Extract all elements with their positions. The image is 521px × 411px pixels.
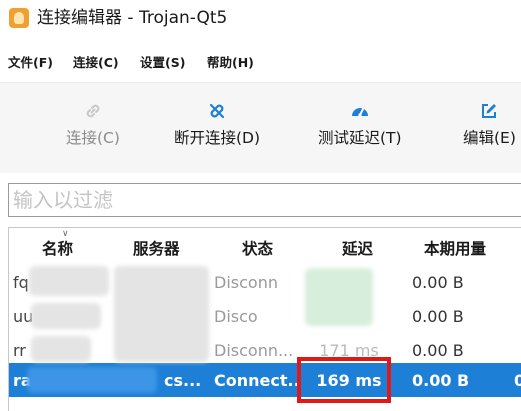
edit-button[interactable]: 编辑(E)	[463, 101, 516, 148]
table-header: ∨ 名称 服务器 状态 延迟 本期用量	[9, 228, 521, 265]
cell-usage: 0.00 B	[412, 371, 470, 390]
cell-status: Disconn...	[214, 341, 294, 360]
menu-file[interactable]: 文件(F)	[8, 52, 53, 71]
column-header-name[interactable]: 名称	[42, 237, 73, 259]
redaction-blur	[27, 367, 157, 393]
connection-table[interactable]: ∨ 名称 服务器 状态 延迟 本期用量 fq Disconn 0.00 B uu…	[8, 227, 521, 411]
test-latency-button-label: 测试延迟(T)	[318, 129, 402, 147]
filter-input[interactable]	[9, 184, 521, 216]
disconnect-button-label: 断开连接(D)	[174, 129, 261, 147]
menu-settings[interactable]: 设置(S)	[140, 52, 185, 71]
menu-bar: 文件(F) 连接(C) 设置(S) 帮助(H)	[0, 42, 521, 76]
cell-usage: 0.00 B	[412, 307, 464, 326]
menu-help[interactable]: 帮助(H)	[207, 52, 254, 71]
redaction-blur	[305, 268, 373, 326]
cell-usage: 0.00 B	[412, 273, 464, 292]
cell-status: Connect...	[214, 371, 300, 390]
toolbar: 连接(C) 断开连接(D) 测试延迟(T) 编辑(E)	[0, 82, 521, 173]
column-header-latency[interactable]: 延迟	[342, 237, 373, 259]
redaction-blur	[31, 336, 91, 362]
edit-button-label: 编辑(E)	[463, 129, 516, 147]
trojan-app-icon	[9, 8, 29, 28]
menu-connection[interactable]: 连接(C)	[73, 52, 119, 71]
cell-status: Disconn	[214, 273, 278, 292]
redaction-blur	[29, 266, 109, 296]
connect-button-label: 连接(C)	[66, 129, 120, 147]
filter-field[interactable]	[8, 183, 521, 217]
connect-button[interactable]: 连接(C)	[66, 101, 120, 148]
column-header-server[interactable]: 服务器	[133, 237, 180, 259]
column-header-status[interactable]: 状态	[242, 237, 273, 259]
window-title: 连接编辑器 - Trojan-Qt5	[37, 8, 228, 28]
speedometer-icon	[351, 108, 368, 117]
disconnect-button[interactable]: 断开连接(D)	[174, 101, 260, 148]
cell-extra: 0	[514, 371, 521, 390]
unlink-icon	[209, 103, 225, 119]
column-header-usage[interactable]: 本期用量	[424, 237, 486, 259]
edit-icon	[482, 104, 497, 118]
redaction-blur	[114, 266, 209, 362]
link-icon	[86, 104, 100, 118]
title-bar: 连接编辑器 - Trojan-Qt5	[0, 0, 521, 38]
redaction-blur	[31, 303, 101, 329]
cell-status: Disco	[214, 307, 258, 326]
test-latency-button[interactable]: 测试延迟(T)	[318, 101, 402, 148]
latency-highlight-box	[297, 357, 391, 403]
cell-usage: 0.00 B	[412, 341, 464, 360]
